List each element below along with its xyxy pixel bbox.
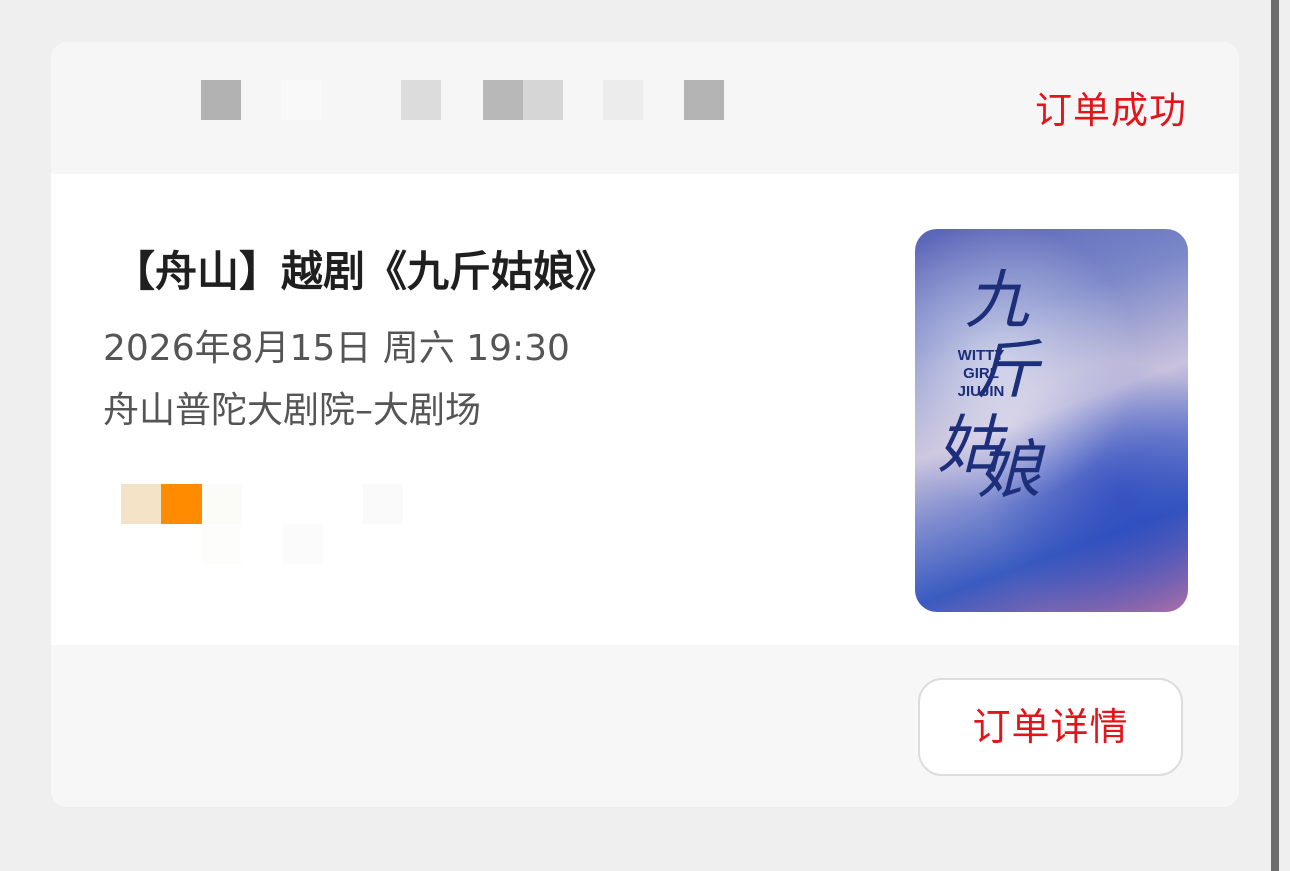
ticket-tags-redacted (121, 484, 411, 564)
order-card-header: 订单成功 (51, 42, 1239, 174)
poster-english-title: WITTY GIRL JIUJIN (957, 347, 1005, 400)
show-venue: 舟山普陀大剧院–大剧场 (103, 390, 482, 431)
order-status-badge: 订单成功 (1035, 89, 1187, 132)
order-card-footer: 订单详情 (51, 645, 1239, 807)
show-datetime: 2026年8月15日 周六 19:30 (103, 328, 570, 369)
order-card[interactable]: 订单成功 【舟山】越剧《九斤姑娘》 2026年8月15日 周六 19:30 舟山… (51, 42, 1239, 807)
order-detail-button[interactable]: 订单详情 (918, 678, 1183, 776)
poster-title-glyph: 娘 (977, 434, 1041, 508)
order-card-body[interactable]: 【舟山】越剧《九斤姑娘》 2026年8月15日 周六 19:30 舟山普陀大剧院… (51, 174, 1239, 645)
scrollbar[interactable] (1271, 0, 1279, 871)
order-number-redacted (201, 80, 731, 122)
show-title: 【舟山】越剧《九斤姑娘》 (113, 247, 618, 296)
show-poster[interactable]: 九 斤 姑 娘 WITTY GIRL JIUJIN (915, 229, 1188, 612)
